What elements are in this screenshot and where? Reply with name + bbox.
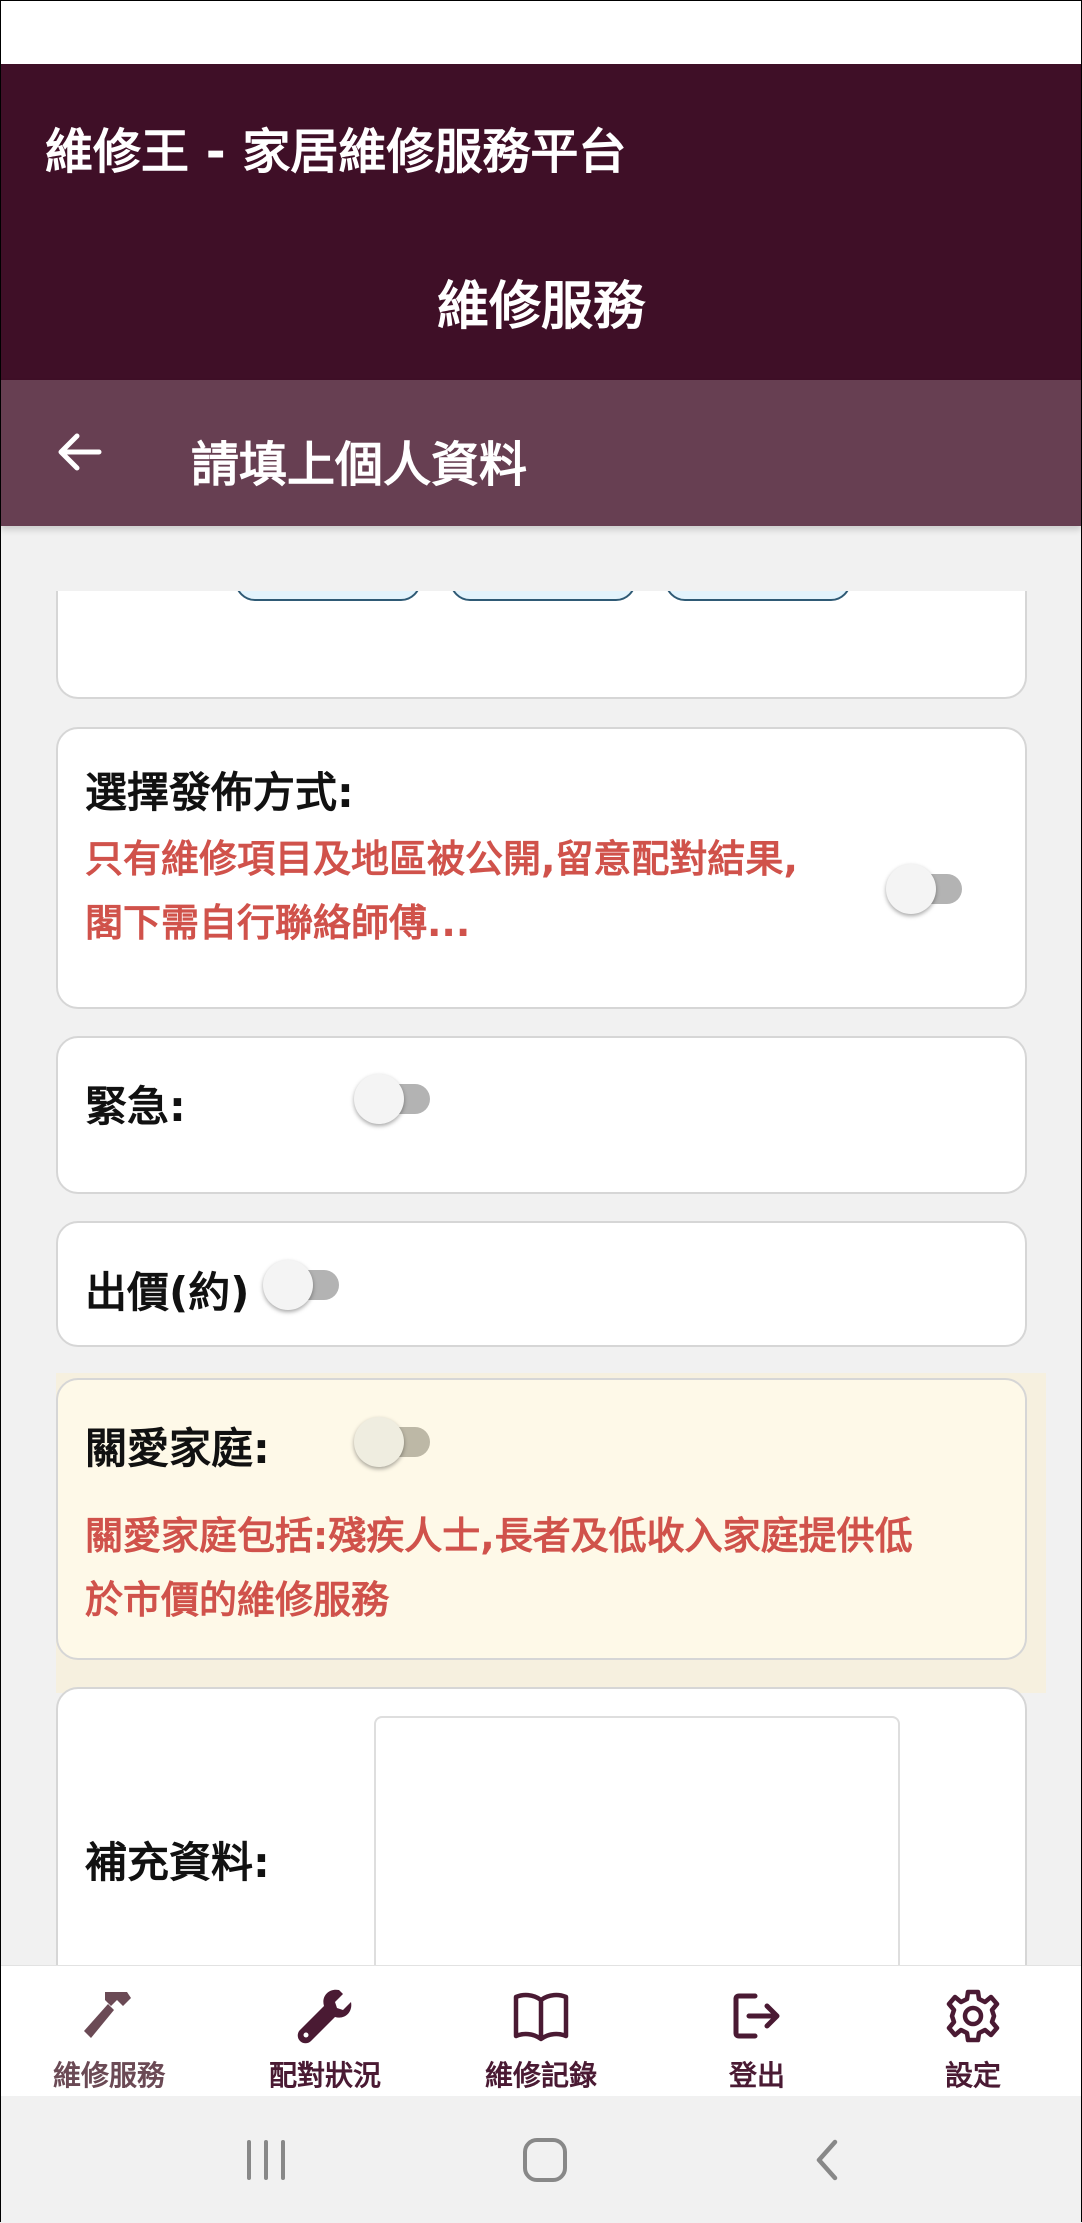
option-chip[interactable]	[235, 591, 421, 601]
bottom-navigation: 維修服務 配對狀況 維修記錄 登出 設定	[1, 1965, 1081, 2097]
supplementary-textarea[interactable]	[374, 1716, 900, 1965]
status-bar	[1, 1, 1081, 64]
nav-match-status[interactable]: 配對狀況	[217, 1966, 433, 2097]
publish-method-toggle[interactable]	[886, 864, 966, 914]
urgent-label: 緊急:	[85, 1082, 186, 1131]
publish-method-description: 只有維修項目及地區被公開,留意配對結果, 閣下需自行聯絡師傅...	[85, 837, 798, 945]
option-chips-card	[56, 591, 1027, 699]
caring-family-label: 關愛家庭:	[85, 1424, 270, 1473]
wrench-icon	[297, 1989, 352, 2044]
arrow-left-icon	[58, 433, 102, 471]
quote-card: 出價(約)	[56, 1221, 1027, 1347]
option-chip[interactable]	[450, 591, 636, 601]
urgent-card: 緊急:	[56, 1036, 1027, 1194]
caring-family-description: 關愛家庭包括:殘疾人士,長者及低收入家庭提供低 於市價的維修服務	[85, 1514, 913, 1622]
form-scroll-area[interactable]: 選擇發佈方式: 只有維修項目及地區被公開,留意配對結果, 閣下需自行聯絡師傅..…	[1, 591, 1081, 1965]
nav-settings[interactable]: 設定	[865, 1966, 1081, 2097]
back-button[interactable]	[49, 422, 109, 482]
back-system-icon[interactable]	[807, 2136, 847, 2184]
quote-label: 出價(約)	[85, 1268, 250, 1317]
app-bar: 維修王 - 家居維修服務平台 維修服務	[1, 64, 1081, 380]
quote-toggle[interactable]	[263, 1260, 343, 1310]
hammer-icon	[84, 1992, 131, 2038]
publish-method-label: 選擇發佈方式:	[85, 768, 354, 817]
option-chip[interactable]	[665, 591, 851, 601]
sub-header: 請填上個人資料	[1, 380, 1081, 526]
book-icon	[513, 1992, 569, 2042]
app-title: 維修王 - 家居維修服務平台	[45, 124, 627, 180]
caring-family-card: 關愛家庭: 關愛家庭包括:殘疾人士,長者及低收入家庭提供低 於市價的維修服務	[56, 1378, 1027, 1660]
urgent-toggle[interactable]	[354, 1074, 434, 1124]
supplementary-card: 補充資料:	[56, 1687, 1027, 1965]
nav-repair-service[interactable]: 維修服務	[1, 1966, 217, 2097]
form-title: 請填上個人資料	[191, 437, 528, 493]
recent-apps-icon[interactable]	[241, 2136, 291, 2184]
supplementary-label: 補充資料:	[85, 1838, 270, 1887]
nav-repair-records[interactable]: 維修記錄	[433, 1966, 649, 2097]
page-title: 維修服務	[436, 277, 645, 337]
gear-icon	[946, 1989, 1000, 2043]
caring-family-toggle[interactable]	[354, 1417, 434, 1467]
home-icon[interactable]	[519, 2134, 571, 2186]
logout-icon	[733, 1993, 780, 2039]
publish-method-card: 選擇發佈方式: 只有維修項目及地區被公開,留意配對結果, 閣下需自行聯絡師傅..…	[56, 727, 1027, 1009]
system-navigation-bar	[1, 2096, 1081, 2223]
nav-logout[interactable]: 登出	[649, 1966, 865, 2097]
